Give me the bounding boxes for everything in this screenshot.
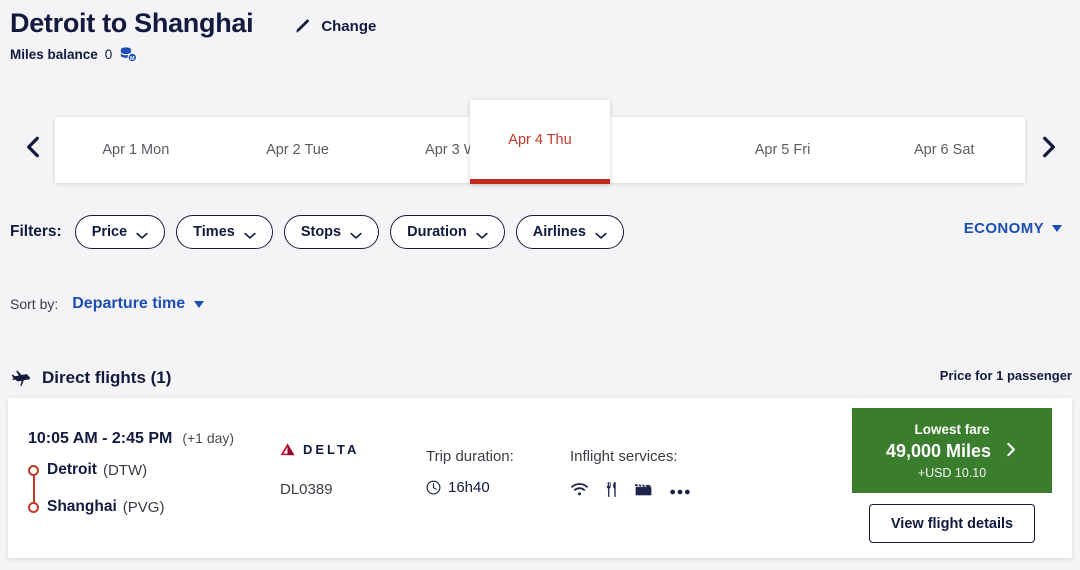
lowest-fare-badge: Lowest fare [914,421,990,437]
origin-dot-icon [28,464,39,476]
destination-dot-icon [28,501,39,513]
cabin-class-selector[interactable]: ECONOMY [964,220,1062,237]
date-selector: Apr 1 Mon Apr 2 Tue Apr 3 Wed Apr 4 Thu … [0,100,1080,190]
airline-info: DELTA DL0389 [280,442,410,498]
sort-bar: Sort by: Departure time [10,295,205,313]
origin-airport-code: (DTW) [102,461,148,479]
fare-miles: 49,000 Miles [885,441,992,461]
date-tab-4[interactable]: Apr 5 Fri [702,117,864,183]
view-flight-details-button[interactable]: View flight details [869,504,1035,543]
change-route-label: Change [321,18,377,36]
inflight-services-label: Inflight services: [570,448,678,465]
filter-airlines[interactable]: Airlines [515,215,624,249]
chevron-down-icon [350,228,362,239]
filters-label: Filters: [10,223,62,240]
filter-times-label: Times [193,224,235,240]
cutlery-icon [605,481,618,503]
sort-label: Sort by: [10,296,59,312]
flight-time-range: 10:05 AM - 2:45 PM [28,430,173,447]
triangle-down-icon [1052,225,1062,232]
sort-selector[interactable]: Departure time [72,295,205,313]
chevron-down-icon [244,228,256,239]
svg-text:M: M [130,56,135,62]
clock-icon [426,480,441,495]
route-destination: Shanghai (PVG) [28,495,278,519]
trip-duration-label: Trip duration: [426,448,514,465]
trip-duration-value: 16h40 [448,479,490,496]
filters-bar: Filters: Price Times Stops Duration Airl… [10,214,1070,250]
sort-value-label: Departure time [72,295,186,312]
triangle-down-icon [194,300,205,308]
results-section-title: Direct flights (1) [42,368,172,387]
trip-duration: Trip duration: 16h40 [426,448,566,496]
filter-stops-label: Stops [300,224,342,240]
trip-duration-value-row: 16h40 [426,479,566,496]
flight-search-page: Detroit to Shanghai Change Miles balance… [0,0,1080,570]
date-tab-selected[interactable]: Apr 4 Thu [470,100,610,184]
change-route-button[interactable]: Change [295,18,376,39]
miles-balance: Miles balance 0 M [10,46,1070,63]
date-tab-0[interactable]: Apr 1 Mon [55,117,217,183]
title-row: Detroit to Shanghai Change [10,8,1070,39]
filter-stops[interactable]: Stops [283,215,380,249]
filter-airlines-label: Airlines [532,224,586,240]
airline-name: DELTA [303,442,360,457]
chevron-left-icon [20,134,46,160]
delta-triangle-icon [280,443,295,456]
fare-amount-row: 49,000 Miles [886,441,1018,463]
price-passenger-note: Price for 1 passenger [939,368,1072,383]
next-dates-button[interactable] [1032,130,1066,164]
flight-times: 10:05 AM - 2:45 PM (+1 day) [28,430,278,448]
airplane-icon [10,368,30,388]
results-section-header: Direct flights (1) Price for 1 passenger [10,364,1072,392]
flight-day-offset: (+1 day) [182,430,235,446]
flight-schedule: 10:05 AM - 2:45 PM (+1 day) Detroit (DTW… [28,430,278,519]
more-icon[interactable] [669,483,691,501]
movie-icon [634,482,653,502]
chevron-down-icon [476,228,488,239]
filter-duration[interactable]: Duration [390,215,505,249]
origin-city: Detroit [47,461,97,478]
chevron-down-icon [595,228,607,239]
wifi-icon [570,482,589,502]
flight-route: Detroit (DTW) Shanghai (PVG) [28,458,278,519]
miles-balance-value: 0 [104,47,113,63]
inflight-service-icons [570,481,760,503]
flight-number: DL0389 [280,481,333,498]
filter-price-label: Price [91,224,128,240]
filter-times[interactable]: Times [176,215,273,249]
inflight-services: Inflight services: [570,448,760,503]
pencil-icon [295,18,312,35]
chevron-down-icon [136,228,148,239]
cabin-class-label: ECONOMY [963,220,1044,237]
chevron-right-icon [1036,134,1062,160]
route-origin: Detroit (DTW) [28,458,278,482]
fare-taxes: +USD 10.10 [917,465,987,480]
coins-icon: M [119,46,138,63]
previous-dates-button[interactable] [16,130,50,164]
page-header: Detroit to Shanghai Change Miles balance… [10,8,1070,63]
page-title: Detroit to Shanghai [10,8,254,38]
select-fare-button[interactable]: Lowest fare 49,000 Miles +USD 10.10 [852,408,1052,493]
airline-brand: DELTA [280,442,410,457]
miles-balance-label: Miles balance [10,47,98,63]
filter-duration-label: Duration [407,224,467,240]
filter-price[interactable]: Price [74,215,166,249]
destination-city: Shanghai [47,498,117,515]
chevron-right-icon [1005,441,1018,463]
date-tab-5[interactable]: Apr 6 Sat [863,117,1025,183]
date-tab-1[interactable]: Apr 2 Tue [217,117,379,183]
destination-airport-code: (PVG) [122,498,165,516]
